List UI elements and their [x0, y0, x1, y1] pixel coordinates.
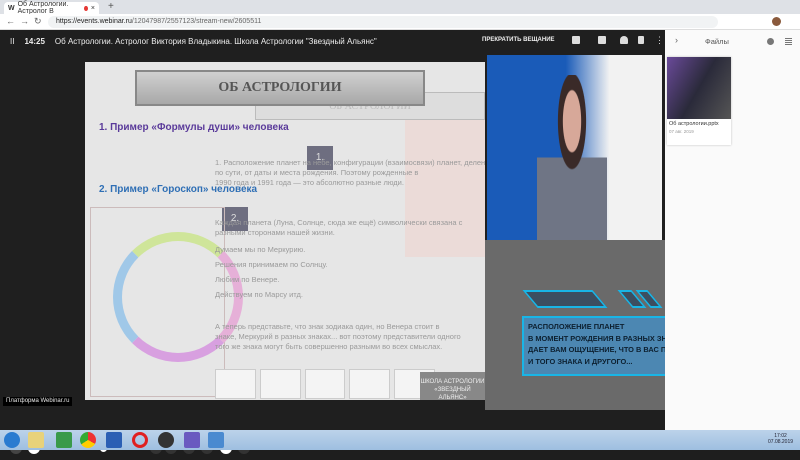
- files-title: Файлы: [705, 37, 729, 46]
- slide-text-line: Думаем мы по Меркурию.: [215, 245, 306, 254]
- more-icon[interactable]: ⋮: [655, 35, 664, 46]
- slide-text-line: Действуем по Марсу итд.: [215, 290, 303, 299]
- file-date: 07 авг. 2019: [669, 129, 694, 134]
- forward-button[interactable]: →: [20, 16, 29, 26]
- list-view-icon[interactable]: [785, 38, 792, 45]
- chrome-icon[interactable]: [80, 432, 96, 448]
- clock-date: 07.08.2019: [768, 439, 794, 445]
- file-thumbnail: [667, 57, 731, 119]
- questions-icon[interactable]: [598, 36, 606, 44]
- excel-icon[interactable]: [56, 432, 72, 448]
- url-input[interactable]: https://events.webinar.ru/12047987/25571…: [48, 16, 718, 28]
- slide-text-line: знаке, Меркурий в разных знаках... вот п…: [215, 332, 461, 341]
- chat-icon[interactable]: [572, 36, 580, 44]
- slide-title: ОБ АСТРОЛОГИИ: [135, 70, 425, 106]
- slide-horoscope-image: [405, 117, 485, 257]
- elapsed-time: 14:25: [24, 36, 45, 46]
- participants-icon[interactable]: [620, 36, 628, 44]
- document-icon[interactable]: [638, 36, 644, 44]
- file-item[interactable]: Об астрологии.pptx 07 авг. 2019: [667, 57, 731, 145]
- back-button[interactable]: ←: [6, 16, 15, 26]
- file-name: Об астрологии.pptx: [669, 121, 719, 127]
- tab-close-icon[interactable]: ×: [91, 5, 95, 12]
- word-icon[interactable]: [106, 432, 122, 448]
- speaker-webcam: [487, 55, 662, 240]
- address-bar-row: ← → ↻ https://events.webinar.ru/12047987…: [0, 14, 800, 30]
- reload-button[interactable]: ↻: [34, 16, 42, 27]
- app-icon[interactable]: [208, 432, 224, 448]
- profile-avatar[interactable]: [772, 17, 781, 26]
- slide-text-line: разными сторонами нашей жизни.: [215, 228, 335, 237]
- url-path: /12047987/2557123/stream-new/2605511: [131, 18, 262, 25]
- collapse-panel-button[interactable]: ›: [675, 35, 678, 45]
- webinar-title: Об Астрологии. Астролог Виктория Владыки…: [54, 36, 377, 46]
- opera-icon[interactable]: [132, 432, 148, 448]
- start-button[interactable]: [4, 432, 20, 448]
- slide-text-line: А теперь представьте, что знак зодиака о…: [215, 322, 440, 331]
- slide-text-line: Решения принимаем по Солнцу.: [215, 260, 328, 269]
- app-icon[interactable]: [184, 432, 200, 448]
- url-host: https://events.webinar.ru: [56, 18, 132, 25]
- browser-tab-bar: W Об Астрологии. Астролог В × +: [0, 0, 800, 15]
- school-badge: ШКОЛА АСТРОЛОГИИ «ЗВЕЗДНЫЙ АЛЬЯНС»: [420, 372, 485, 400]
- files-panel: › Файлы Об астрологии.pptx 07 авг. 2019: [665, 30, 800, 430]
- player-header: II 14:25 Об Астрологии. Астролог Виктори…: [0, 30, 665, 52]
- slide-heading-1: 1. Пример «Формулы души» человека: [99, 122, 289, 133]
- tab-title: Об Астрологии. Астролог В: [17, 1, 69, 15]
- presentation-slide: ОБ АСТРОЛОГИИ ОБ АСТРОЛОГИИ 1. Пример «Ф…: [85, 62, 485, 400]
- speaker-video: [537, 75, 607, 240]
- system-clock[interactable]: 17:02 07.08.2019: [768, 433, 793, 445]
- overlay-stripe: [522, 290, 608, 308]
- slide-text-line: Каждая планета (Луна, Солнце, сюда же ещ…: [215, 218, 463, 227]
- slide-thumbnails: [215, 369, 435, 399]
- browser-tab[interactable]: W Об Астрологии. Астролог В ×: [4, 1, 99, 15]
- platform-tooltip: Платформа Webinar.ru: [3, 397, 73, 406]
- slide-text-line: 1. Расположение планет на небе, конфигур…: [215, 158, 485, 167]
- obs-icon[interactable]: [158, 432, 174, 448]
- slide-text-line: того же знака могут быть совершенно разн…: [215, 342, 443, 351]
- stop-broadcast-button[interactable]: ПРЕКРАТИТЬ ВЕЩАНИЕ: [482, 37, 555, 43]
- explorer-icon[interactable]: [28, 432, 44, 448]
- slide-text-line: Любим по Венере.: [215, 275, 280, 284]
- add-file-icon[interactable]: [767, 38, 774, 45]
- recording-icon: [84, 5, 88, 11]
- slide-text-line: 1990 года и 1991 года — это абсолютно ра…: [215, 178, 404, 187]
- pause-button[interactable]: II: [10, 37, 14, 46]
- slide-text-line: по сути, от даты и места рождения. Поэто…: [215, 168, 419, 177]
- windows-taskbar: 17:02 07.08.2019: [0, 430, 800, 450]
- new-tab-button[interactable]: +: [108, 1, 114, 12]
